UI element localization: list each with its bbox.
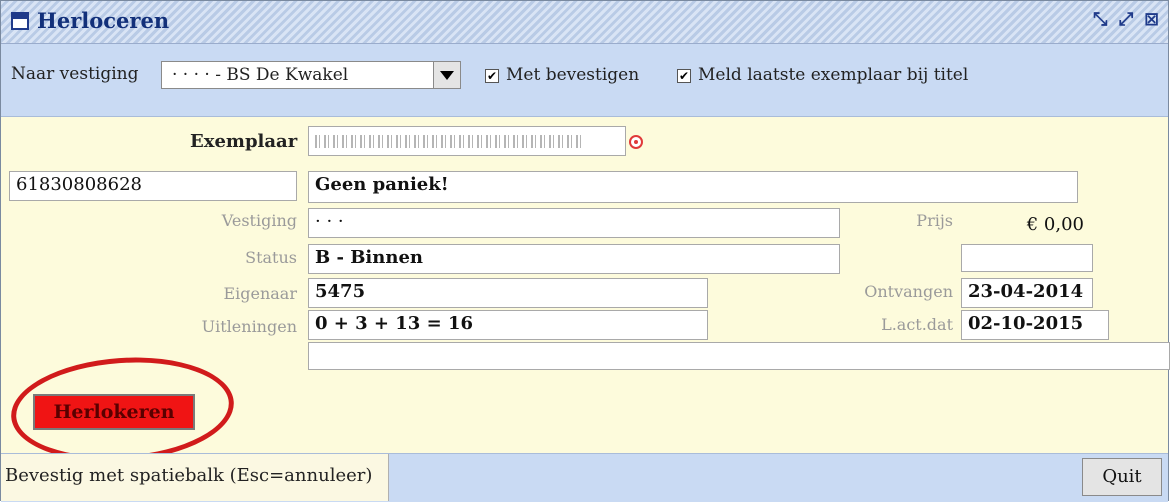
uitleningen-label: Uitleningen <box>201 317 297 336</box>
quit-button[interactable]: Quit <box>1082 458 1162 496</box>
toolbar: Naar vestiging · · · · - BS De Kwakel ✔ … <box>1 44 1168 117</box>
restore-icon[interactable]: ⤡ <box>1093 9 1107 30</box>
lactdat-field: 02-10-2015 <box>961 310 1109 340</box>
branch-select[interactable]: · · · · - BS De Kwakel <box>161 61 461 89</box>
status-field: B - Binnen <box>308 244 840 274</box>
annotation-ring <box>7 350 238 469</box>
exemplaar-label: Exemplaar <box>190 131 298 152</box>
title-bar[interactable]: Herloceren ⤡ ⤢ ⊠ <box>1 1 1168 44</box>
barcode-placeholder <box>315 135 585 148</box>
remarks-field[interactable] <box>308 342 1170 370</box>
eigenaar-label: Eigenaar <box>223 284 297 303</box>
branch-select-value: · · · · - BS De Kwakel <box>172 65 349 85</box>
window-icon <box>11 12 29 30</box>
exemplaar-input[interactable] <box>308 126 626 156</box>
vestiging-field: · · · <box>308 208 840 238</box>
exemplaar-number-field[interactable]: 61830808628 <box>9 171 297 201</box>
ontvangen-field: 23-04-2014 <box>961 278 1093 308</box>
eigenaar-field: 5475 <box>308 278 708 308</box>
window-title: Herloceren <box>37 8 170 33</box>
herloceren-window: Herloceren ⤡ ⤢ ⊠ Naar vestiging · · · · … <box>0 0 1170 502</box>
confirm-label: Met bevestigen <box>506 65 640 85</box>
ontvangen-label: Ontvangen <box>864 282 953 301</box>
last-copy-checkbox[interactable]: ✔ <box>677 69 691 83</box>
title-field: Geen paniek! <box>308 171 1078 203</box>
status-bar: Bevestig met spatiebalk (Esc=annuleer) Q… <box>1 453 1168 502</box>
prijs-value: € 0,00 <box>1026 214 1084 235</box>
scan-target-icon[interactable] <box>629 135 643 149</box>
maximize-icon[interactable]: ⤢ <box>1119 9 1133 30</box>
chevron-down-icon[interactable] <box>433 62 460 88</box>
status-label: Status <box>245 248 297 267</box>
empty-field <box>961 244 1093 272</box>
close-icon[interactable]: ⊠ <box>1144 9 1159 30</box>
last-copy-label: Meld laatste exemplaar bij titel <box>698 65 969 85</box>
status-message: Bevestig met spatiebalk (Esc=annuleer) <box>1 454 389 501</box>
confirm-checkbox[interactable]: ✔ <box>485 69 499 83</box>
prijs-label: Prijs <box>916 211 953 230</box>
vestiging-label: Vestiging <box>221 211 297 230</box>
uitleningen-field: 0 + 3 + 13 = 16 <box>308 310 708 340</box>
branch-label: Naar vestiging <box>11 64 139 84</box>
lactdat-label: L.act.dat <box>881 315 953 334</box>
